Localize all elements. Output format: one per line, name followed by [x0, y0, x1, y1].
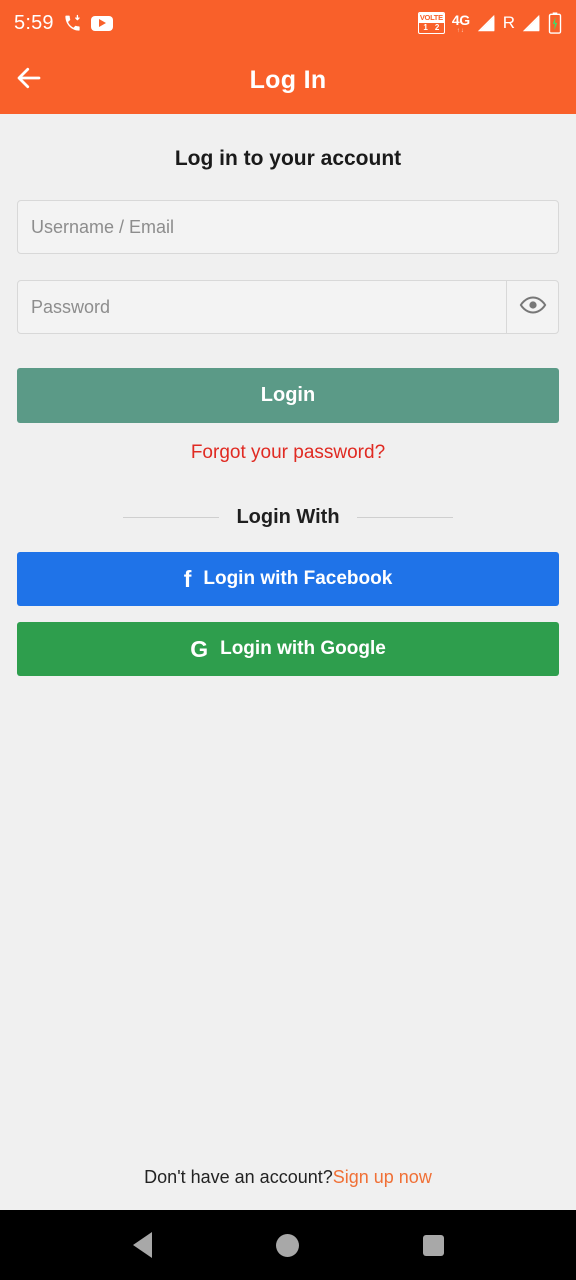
nav-back-triangle-icon	[133, 1232, 153, 1258]
status-bar: 5:59 VOLTE 1 2 4G ↑↓ R	[0, 0, 576, 46]
password-field-wrapper	[17, 280, 559, 334]
nav-back-button[interactable]	[113, 1210, 173, 1280]
google-login-label: Login with Google	[220, 638, 386, 659]
nav-recents-button[interactable]	[403, 1210, 463, 1280]
divider-line-left	[123, 517, 220, 518]
youtube-icon	[90, 15, 113, 31]
app-bar: Log In	[0, 46, 576, 114]
forgot-password-link[interactable]: Forgot your password?	[17, 442, 559, 464]
form-heading: Log in to your account	[174, 147, 402, 170]
back-button[interactable]	[0, 46, 58, 114]
signal-bars-icon-1	[477, 14, 496, 33]
facebook-icon: f	[183, 565, 192, 592]
volte-icon: VOLTE 1 2	[417, 12, 445, 34]
nav-recents-square-icon	[422, 1234, 444, 1256]
divider-label: Login With	[236, 506, 340, 528]
eye-icon	[519, 291, 547, 324]
social-divider: Login With	[17, 506, 559, 529]
divider-line-right	[356, 517, 453, 518]
facebook-login-label: Login with Facebook	[203, 568, 393, 589]
battery-charging-icon	[548, 12, 562, 34]
toggle-password-visibility-button[interactable]	[506, 281, 558, 333]
login-button[interactable]: Login	[17, 368, 559, 423]
volte-sim2: 2	[434, 23, 440, 32]
signup-row: Don't have an account?Sign up now	[17, 1167, 559, 1210]
network-type-icon: 4G ↑↓	[451, 11, 470, 34]
missed-call-icon	[63, 14, 82, 33]
status-bar-right: VOLTE 1 2 4G ↑↓ R	[417, 11, 562, 34]
volte-sim1: 1	[423, 23, 428, 32]
nav-home-circle-icon	[276, 1233, 300, 1257]
roaming-indicator: R	[502, 13, 515, 32]
signal-bars-icon-2	[522, 14, 541, 33]
page-title: Log In	[249, 65, 327, 94]
status-bar-clock: 5:59	[14, 11, 54, 34]
signup-prompt: Don't have an account?	[144, 1167, 333, 1187]
facebook-login-button[interactable]: f Login with Facebook	[17, 552, 559, 606]
android-nav-bar	[0, 1210, 576, 1280]
google-login-button[interactable]: G Login with Google	[17, 622, 559, 676]
password-input[interactable]	[18, 281, 506, 333]
username-field-wrapper	[17, 200, 559, 254]
phone-screen: 5:59 VOLTE 1 2 4G ↑↓ R Log In Log in to …	[0, 0, 576, 1280]
login-form: Log in to your account Login Forgot your…	[0, 114, 576, 1210]
nav-home-button[interactable]	[258, 1210, 318, 1280]
status-bar-left: 5:59	[14, 12, 113, 35]
username-input[interactable]	[18, 201, 558, 253]
google-icon: G	[190, 635, 209, 662]
back-arrow-icon	[14, 63, 44, 98]
signup-link[interactable]: Sign up now	[333, 1167, 432, 1187]
